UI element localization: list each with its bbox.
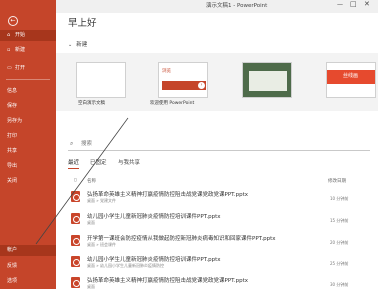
pptx-file-icon (71, 235, 80, 246)
new-section-label: 新建 (76, 42, 88, 48)
home-icon: ⌂ (7, 32, 11, 38)
template-thumb-text: 浏览 (162, 69, 171, 74)
nav-save-as[interactable]: 另存为 (0, 116, 56, 127)
nav-export[interactable]: 导出 (0, 161, 56, 172)
nav-info[interactable]: 信息 (0, 86, 56, 97)
file-date: 30 分钟前 (330, 282, 349, 287)
pptx-file-icon (71, 277, 80, 288)
template-inner-panel (249, 71, 287, 91)
nav-label: 关闭 (7, 178, 18, 184)
file-row[interactable]: 弘扬革命英雄主义精神打赢疫情防控阻击战党课党政党课PPT.pptx 桌面 30 … (66, 274, 378, 289)
template-thumbnail (76, 62, 126, 98)
greeting-heading: 早上好 (68, 18, 97, 29)
nav-options[interactable]: 选项 (0, 276, 56, 287)
nav-open[interactable]: ▭ 打开 (0, 63, 56, 74)
backstage-sidebar: ← ⌂ 开始 ▫ 新建 ▭ 打开 信息 保存 另存为 打印 共享 导出 关闭 帐户 反… (0, 0, 56, 289)
nav-label: 共享 (7, 148, 18, 154)
template-blank[interactable] (76, 62, 126, 98)
template-label: 欢迎使用 PowerPoint (150, 101, 195, 106)
nav-label: 导出 (7, 163, 18, 169)
search-input[interactable] (81, 139, 281, 149)
file-path: 桌面 » 班会课件 (87, 242, 116, 247)
nav-save[interactable]: 保存 (0, 101, 56, 112)
template-thumbnail (242, 62, 292, 98)
nav-home[interactable]: ⌂ 开始 (0, 30, 56, 41)
minimize-icon[interactable]: — (337, 1, 343, 8)
tab-recent[interactable]: 最近 (68, 158, 80, 169)
file-path: 桌面 » 党建文件 (87, 198, 116, 203)
template-red[interactable]: 丝线画 (326, 62, 376, 98)
file-row[interactable]: 幼儿园小学生儿童新冠肺炎疫情防控培训课件PPT.pptx 桌面 15 分钟前 (66, 210, 378, 229)
new-doc-icon: ▫ (7, 47, 11, 53)
folder-icon: ▭ (7, 65, 12, 71)
template-green[interactable] (242, 62, 292, 98)
nav-divider (6, 79, 50, 80)
nav-label: 帐户 (7, 247, 18, 253)
arrow-right-icon: › (198, 82, 205, 89)
tab-pinned[interactable]: 已固定 (90, 158, 107, 166)
pptx-file-icon (71, 256, 80, 267)
column-header-modified[interactable]: 修改日期 (328, 178, 346, 184)
file-row[interactable]: 幼儿园小学生儿童新冠肺炎疫情防控培训课件PPT.pptx 桌面 » 幼儿园小学生… (66, 253, 378, 272)
file-name: 弘扬革命英雄主义精神打赢疫情防控阻击战党课党政党课PPT.pptx (87, 278, 248, 284)
nav-label: 开始 (15, 32, 26, 38)
template-welcome[interactable]: 浏览 › (158, 62, 208, 98)
file-row[interactable]: 开学第一课班会防控疫情从我做起防控新冠肺炎病毒知识和回家课件PPT.pptx 桌… (66, 232, 378, 251)
file-path: 桌面 (87, 220, 95, 225)
template-label: 空白演示文稿 (78, 101, 105, 106)
nav-label: 选项 (7, 278, 18, 284)
nav-close[interactable]: 关闭 (0, 176, 56, 187)
file-name: 幼儿园小学生儿童新冠肺炎疫情防控培训课件PPT.pptx (87, 214, 221, 220)
nav-feedback[interactable]: 反馈 (0, 261, 56, 272)
tab-shared[interactable]: 与我共享 (118, 158, 140, 166)
new-section-toggle[interactable]: ⌄ 新建 (68, 40, 87, 48)
nav-label: 打印 (7, 133, 18, 139)
nav-label: 信息 (7, 88, 18, 94)
file-path: 桌面 (87, 284, 95, 289)
nav-label: 另存为 (7, 118, 23, 124)
search-box[interactable]: ⌕ (68, 138, 370, 151)
file-path: 桌面 » 幼儿园小学生儿童新冠肺炎疫情防控 (87, 263, 164, 268)
nav-account[interactable]: 帐户 (0, 245, 56, 256)
file-date: 20 分钟前 (330, 240, 349, 245)
nav-label: 打开 (15, 65, 26, 71)
nav-print[interactable]: 打印 (0, 131, 56, 142)
column-header-name[interactable]: 名称 (87, 178, 96, 184)
template-thumbnail: 浏览 › (158, 62, 208, 98)
file-name: 幼儿园小学生儿童新冠肺炎疫情防控培训课件PPT.pptx (87, 257, 221, 263)
chevron-down-icon: ⌄ (68, 42, 73, 48)
nav-label: 新建 (15, 47, 26, 53)
maximize-icon[interactable]: □ (350, 0, 357, 8)
file-date: 10 分钟前 (330, 196, 349, 201)
file-row[interactable]: 弘扬革命英雄主义精神打赢疫情防控阻击战党课党政党课PPT.pptx 桌面 » 党… (66, 188, 378, 207)
pptx-file-icon (71, 191, 80, 202)
file-date: 25 分钟前 (330, 261, 349, 266)
title-bar: 演示文稿1 - PowerPoint — □ ✕ (0, 0, 378, 13)
file-name: 弘扬革命英雄主义精神打赢疫情防控阻击战党课党政党课PPT.pptx (87, 192, 248, 198)
file-type-column-icon: ▯ (74, 178, 77, 183)
file-date: 15 分钟前 (330, 218, 349, 223)
template-thumb-text: 丝线画 (343, 73, 359, 79)
close-icon[interactable]: ✕ (364, 0, 370, 8)
nav-label: 反馈 (7, 263, 18, 269)
back-arrow-icon[interactable]: ← (8, 16, 18, 26)
window-title: 演示文稿1 - PowerPoint (206, 3, 268, 9)
search-icon: ⌕ (70, 140, 74, 147)
file-name: 开学第一课班会防控疫情从我做起防控新冠肺炎病毒知识和回家课件PPT.pptx (87, 236, 276, 242)
nav-share[interactable]: 共享 (0, 146, 56, 157)
template-thumbnail: 丝线画 (326, 62, 376, 98)
nav-new[interactable]: ▫ 新建 (0, 45, 56, 56)
nav-label: 保存 (7, 103, 18, 109)
pptx-file-icon (71, 213, 80, 224)
